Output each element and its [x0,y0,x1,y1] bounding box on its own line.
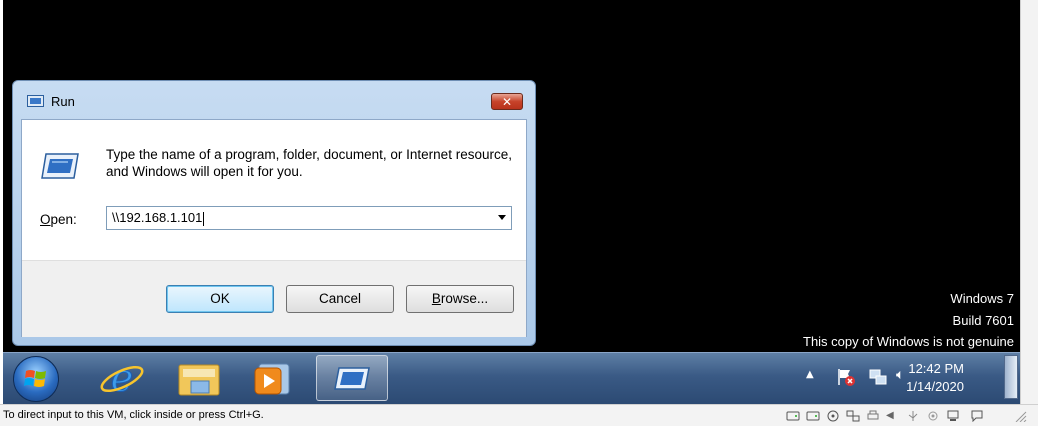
windows-explorer-icon [178,364,220,396]
open-label-text: Open: [40,212,77,227]
watermark-line-1: Windows 7 [950,291,1014,306]
hard-disk-icon[interactable] [786,410,800,422]
show-hidden-icons-icon[interactable]: ▲ [806,369,814,380]
taskbar-internet-explorer[interactable]: e [89,355,155,401]
start-button[interactable] [13,356,59,402]
record-icon[interactable] [926,410,940,422]
title-bar[interactable]: Run ✕ [13,81,535,121]
taskbar: e ▲ 🔈︎ 12:42 PM 1/14/2020 [3,352,1020,404]
media-player-icon [254,363,290,395]
sound-icon[interactable]: ◀︎ [886,410,900,422]
run-dialog-icon [334,367,370,390]
cd-drive-icon[interactable] [826,410,840,422]
browse-button[interactable]: Browse... [406,285,514,313]
clock-date[interactable]: 1/14/2020 [906,379,964,394]
run-icon [27,95,44,107]
message-icon[interactable] [970,410,984,422]
cancel-button[interactable]: Cancel [286,285,394,313]
status-message: To direct input to this VM, click inside… [3,409,264,421]
chevron-down-icon[interactable] [498,215,506,220]
watermark-line-3: This copy of Windows is not genuine [803,334,1014,349]
taskbar-media-player[interactable] [239,355,305,401]
system-tray: ▲ 🔈︎ 12:42 PM 1/14/2020 [780,353,1020,403]
volume-icon[interactable]: 🔈︎ [896,367,904,383]
open-input[interactable]: \\192.168.1.101 [112,210,205,226]
text-caret [203,211,205,226]
action-center-flag-icon[interactable] [836,367,856,387]
vm-frame-edge [1020,0,1038,404]
clock-time[interactable]: 12:42 PM [908,361,964,376]
watermark-line-2: Build 7601 [952,313,1014,328]
usb-icon[interactable] [906,410,920,422]
run-program-icon [41,153,79,179]
open-label: Open: [40,212,77,227]
open-combobox[interactable]: \\192.168.1.101 [106,206,512,230]
windows-logo-icon [24,370,46,387]
run-dialog: Run ✕ Type the name of a program, folder… [12,80,536,346]
svg-text:e: e [111,356,134,400]
dialog-body: Type the name of a program, folder, docu… [21,119,527,337]
hard-disk-2-icon[interactable] [806,410,820,422]
taskbar-run-dialog[interactable] [316,355,388,401]
printer-icon[interactable] [866,410,880,422]
taskbar-windows-explorer[interactable] [167,355,233,401]
dialog-description: Type the name of a program, folder, docu… [106,147,512,179]
resize-grip-icon[interactable] [1014,410,1028,422]
close-icon: ✕ [501,95,513,109]
vm-status-bar: To direct input to this VM, click inside… [0,404,1038,426]
ok-button[interactable]: OK [166,285,274,313]
display-icon[interactable] [946,410,960,422]
close-button[interactable]: ✕ [491,93,523,110]
show-desktop-button[interactable] [1004,355,1018,399]
open-input-text: \\192.168.1.101 [112,210,203,225]
network-icon[interactable] [868,367,888,387]
dialog-title: Run [51,94,75,109]
network-adapter-icon[interactable] [846,410,860,422]
internet-explorer-icon: e [100,356,144,401]
